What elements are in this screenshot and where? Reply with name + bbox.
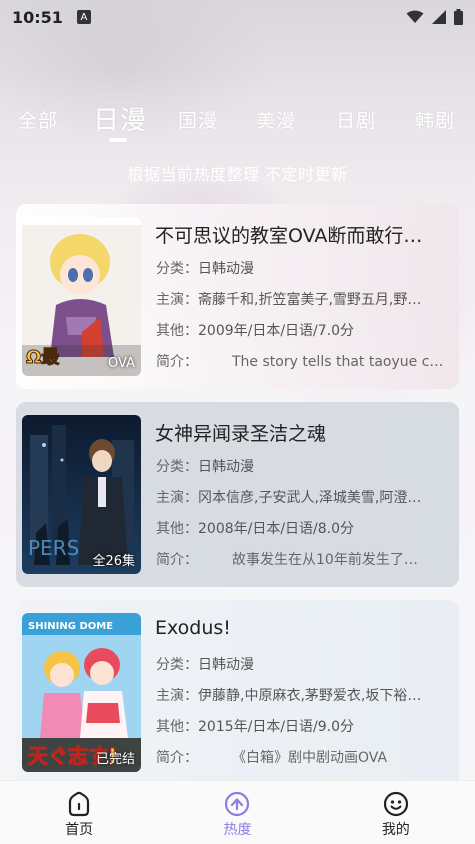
notification-indicator-icon: A bbox=[76, 10, 91, 24]
card-title[interactable]: 女神异闻录圣洁之魂 bbox=[155, 419, 449, 446]
category-row: 分类：日韩动漫 bbox=[156, 459, 254, 475]
svg-text:PERS: PERS bbox=[28, 536, 79, 560]
tab-japanese-anime[interactable]: 日漫 bbox=[93, 100, 147, 137]
battery-icon bbox=[454, 9, 463, 25]
tab-american-anime[interactable]: 美漫 bbox=[256, 106, 296, 133]
status-icons bbox=[406, 9, 463, 25]
active-tab-indicator bbox=[109, 138, 127, 142]
hot-icon bbox=[225, 791, 250, 817]
nav-hot[interactable]: 热度 bbox=[158, 781, 316, 844]
svg-text:Ω最: Ω最 bbox=[26, 347, 60, 368]
other-row: 其他：2009年/日本/日语/7.0分 bbox=[156, 323, 355, 339]
intro-row: 简介： The story tells that taoyue co… bbox=[156, 354, 450, 370]
nav-profile[interactable]: 我的 bbox=[317, 781, 475, 844]
page-subtitle: 根据当前热度整理 不定时更新 bbox=[127, 165, 348, 184]
episode-badge: 全26集 bbox=[92, 554, 135, 569]
category-row: 分类：日韩动漫 bbox=[156, 261, 254, 277]
tab-all[interactable]: 全部 bbox=[18, 106, 58, 133]
cast-row: 主演：伊藤静,中原麻衣,茅野爱衣,坂下裕… bbox=[156, 688, 422, 704]
category-row: 分类：日韩动漫 bbox=[156, 657, 254, 673]
nav-home[interactable]: 首页 bbox=[0, 781, 158, 844]
poster-image: Ω最 OVA bbox=[22, 217, 141, 376]
tab-japanese-drama[interactable]: 日剧 bbox=[336, 106, 376, 133]
svg-text:SHINING DOME: SHINING DOME bbox=[28, 621, 113, 632]
home-icon bbox=[69, 791, 90, 817]
list-item[interactable]: SHINING DOME 天ぐ志す! 已完结 Exodus! 分类：日韩动漫 主… bbox=[16, 600, 459, 780]
status-badge: 已完结 bbox=[95, 752, 135, 767]
list-item[interactable]: Ω最 OVA 不可思议的教室OVA断而敢行… 分类：日韩动漫 主演：斋藤千和,折… bbox=[16, 204, 459, 389]
cast-row: 主演：冈本信彦,子安武人,泽城美雪,阿澄… bbox=[156, 490, 422, 506]
bottom-navigation: 首页 热度 我的 bbox=[0, 780, 475, 844]
cast-row: 主演：斋藤千和,折笠富美子,雪野五月,野… bbox=[156, 292, 422, 308]
profile-icon bbox=[383, 791, 408, 817]
list-item[interactable]: PERS 全26集 女神异闻录圣洁之魂 分类：日韩动漫 主演：冈本信彦,子安武人… bbox=[16, 402, 459, 587]
signal-icon bbox=[432, 10, 446, 24]
intro-row: 简介： 《白箱》剧中剧动画OVA bbox=[156, 750, 388, 766]
tab-chinese-anime[interactable]: 国漫 bbox=[178, 106, 218, 133]
card-title[interactable]: 不可思议的教室OVA断而敢行… bbox=[155, 221, 449, 248]
nav-home-label: 首页 bbox=[65, 822, 94, 838]
wifi-icon bbox=[406, 10, 424, 23]
other-row: 其他：2015年/日本/日语/9.0分 bbox=[156, 719, 355, 735]
poster-image: SHINING DOME 天ぐ志す! 已完结 bbox=[22, 613, 141, 772]
status-time: 10:51 bbox=[12, 7, 63, 27]
intro-row: 简介： 故事发生在从10年前发生了… bbox=[156, 552, 418, 568]
other-row: 其他：2008年/日本/日语/8.0分 bbox=[156, 521, 355, 537]
episode-badge: OVA bbox=[108, 356, 135, 371]
nav-profile-label: 我的 bbox=[381, 822, 410, 838]
tab-korean-drama[interactable]: 韩剧 bbox=[415, 106, 455, 133]
poster-image: PERS 全26集 bbox=[22, 415, 141, 574]
nav-hot-label: 热度 bbox=[223, 822, 252, 838]
status-bar: 10:51 A bbox=[0, 0, 475, 34]
card-title[interactable]: Exodus! bbox=[155, 617, 449, 639]
category-tabs: 全部 日漫 国漫 美漫 日剧 韩剧 bbox=[0, 92, 475, 152]
